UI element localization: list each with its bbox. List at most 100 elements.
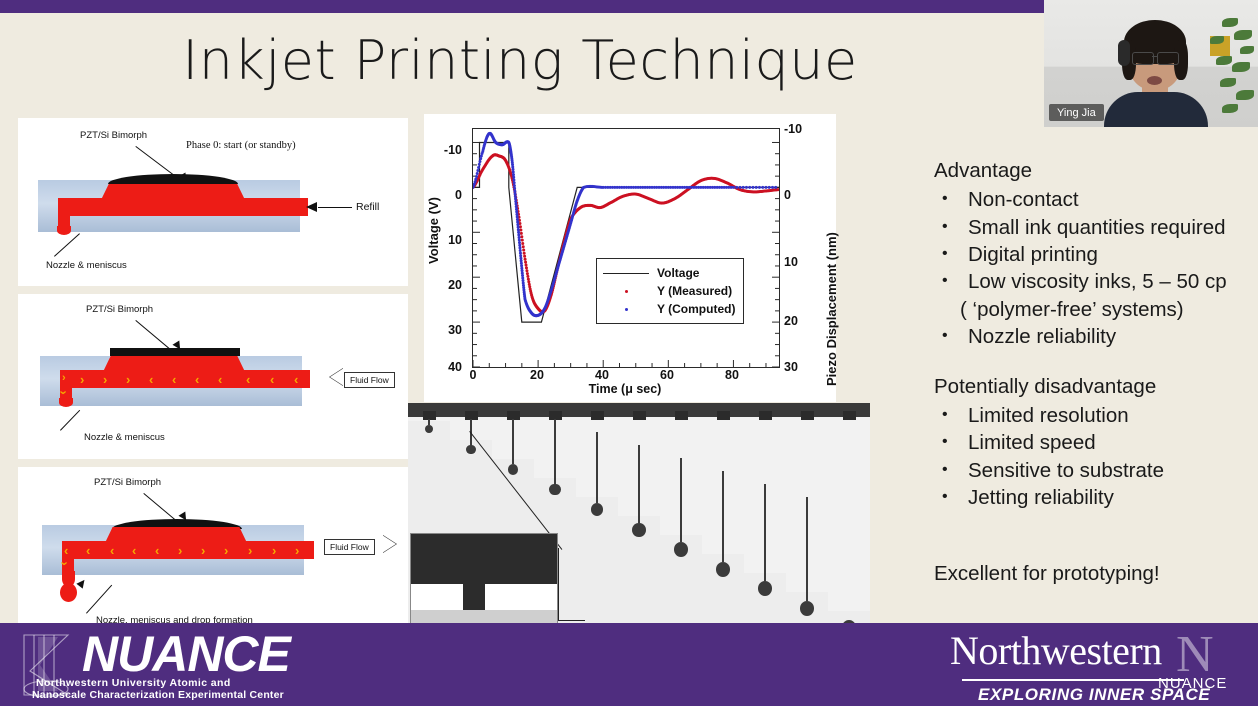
y2-tick: 30 <box>784 360 798 374</box>
list-item: • Sensitive to substrate <box>934 457 1252 484</box>
flow-chevron: › <box>57 561 73 566</box>
bimorph-plate <box>110 348 240 356</box>
y-tick: 0 <box>455 188 462 202</box>
inset-dark-band <box>411 534 557 584</box>
nozzle-stub <box>675 411 688 420</box>
flow-chevron: › <box>126 372 131 387</box>
person-mouth <box>1147 76 1162 85</box>
droplet <box>507 464 519 475</box>
chart-legend: Voltage Y (Measured) Y (Computed) <box>596 258 745 324</box>
bullet-glyph: • <box>942 190 948 208</box>
legend-dot-swatch <box>603 289 649 293</box>
flow-chevron: ‹ <box>155 543 160 558</box>
flow-chevron: ‹ <box>270 372 275 387</box>
flow-chevron: ‹ <box>132 543 137 558</box>
headset-icon <box>1118 40 1130 66</box>
x-tick: 40 <box>595 368 609 382</box>
list-item: • Jetting reliability <box>934 484 1252 511</box>
closing-statement: Excellent for prototyping! <box>934 561 1160 585</box>
nozzle-stub <box>717 411 730 420</box>
disadvantage-heading: Potentially disadvantage <box>934 374 1157 398</box>
screen: Inkjet Printing Technique PZT/Si Bimorph… <box>0 0 1258 706</box>
nozzle-label: Nozzle & meniscus <box>46 260 127 271</box>
list-item: • Nozzle reliability <box>934 323 1252 350</box>
meniscus <box>57 226 71 235</box>
video-participant-tile[interactable]: Ying Jia <box>1044 0 1258 127</box>
legend-label: Y (Computed) <box>657 302 736 316</box>
y2-tick: 20 <box>784 314 798 328</box>
list-item-continuation: ( ‘polymer-free’ systems) <box>960 297 1184 321</box>
nozzle-stub <box>591 411 604 420</box>
bullet-glyph: • <box>942 488 948 506</box>
list-item-label: Jetting reliability <box>968 486 1114 510</box>
voltage-displacement-chart: Voltage (V) Piezo Displacement (nm) Time… <box>424 114 839 402</box>
refill-label: Refill <box>356 201 380 213</box>
northwestern-n-mark: N <box>1176 626 1214 683</box>
eyeglasses-bridge <box>1152 56 1158 58</box>
list-item: • Non-contact <box>934 186 1252 213</box>
legend-entry: Voltage <box>603 264 735 282</box>
bullet-glyph: • <box>942 272 948 290</box>
diagram-panel-drop: PZT/Si Bimorph ‹ ‹ ‹ ‹ ‹ › › › › › › › F… <box>18 467 408 635</box>
plant-leaf <box>1232 62 1250 72</box>
y-tick: 40 <box>448 360 462 374</box>
page-title: Inkjet Printing Technique <box>182 29 858 92</box>
list-item: • Limited resolution <box>934 402 1252 429</box>
flow-chevron: › <box>272 543 277 558</box>
bullet-glyph: • <box>942 327 948 345</box>
plant-leaf <box>1222 18 1238 27</box>
droplet <box>799 600 815 616</box>
list-item-label: Low viscosity inks, 5 – 50 cp <box>968 270 1227 294</box>
droplet-ligament <box>638 445 640 523</box>
participant-name-badge: Ying Jia <box>1049 104 1104 121</box>
bimorph-label: PZT/Si Bimorph <box>86 304 154 315</box>
diagram-panel-fire: PZT/Si Bimorph › › › › ‹ ‹ ‹ ‹ ‹ ‹ ‹ › F… <box>18 294 408 459</box>
nozzle-zoom-inset <box>410 533 558 631</box>
northwestern-tagline: EXPLORING INNER SPACE <box>978 685 1211 704</box>
flow-chevron: › <box>295 543 300 558</box>
flow-chevron: › <box>248 543 253 558</box>
callout-bracket <box>558 548 585 621</box>
droplet-ligament <box>596 432 598 503</box>
plant-leaf <box>1220 78 1236 87</box>
northwestern-wordmark: Northwestern <box>950 628 1162 673</box>
flow-chevron: ‹ <box>64 543 69 558</box>
plant-leaf <box>1210 36 1224 44</box>
droplet <box>632 522 646 537</box>
chart-series-svg <box>473 131 779 367</box>
chart-y-axis-label: Voltage (V) <box>426 197 441 264</box>
flow-chevron: ‹ <box>218 372 223 387</box>
y-tick: 20 <box>448 278 462 292</box>
droplet-ligament <box>806 497 808 601</box>
arrow-head <box>76 577 88 589</box>
list-item-label: Non-contact <box>968 188 1079 212</box>
nozzle-leader <box>54 233 80 257</box>
y-tick: 10 <box>448 233 462 247</box>
y-tick: 30 <box>448 323 462 337</box>
footer-bar: NUANCE Northwestern University Atomic an… <box>0 623 1258 706</box>
y2-tick: 10 <box>784 255 798 269</box>
diagram-column: PZT/Si Bimorph Phase 0: start (or standb… <box>18 118 408 643</box>
y2-tick: -10 <box>784 122 803 136</box>
bullet-glyph: • <box>942 217 948 235</box>
droplet <box>715 561 731 577</box>
list-item-label: Nozzle reliability <box>968 325 1117 349</box>
flow-chevron: ‹ <box>195 372 200 387</box>
refill-arrow-head <box>306 202 317 212</box>
flow-chevron: ‹ <box>294 372 299 387</box>
list-item: • Small ink quantities required <box>934 214 1252 241</box>
advantage-heading: Advantage <box>934 159 1033 182</box>
chart-plot-area <box>472 128 780 368</box>
legend-entry: Y (Measured) <box>603 282 735 300</box>
droplet-ligament <box>512 419 514 464</box>
flow-chevron: › <box>80 372 85 387</box>
plant-leaf <box>1234 30 1252 40</box>
flow-chevron: › <box>103 372 108 387</box>
list-item-label: Limited speed <box>968 431 1096 455</box>
nozzle-leader <box>60 409 81 431</box>
list-item-label: Sensitive to substrate <box>968 458 1164 482</box>
flow-chevron: › <box>201 543 206 558</box>
fluid-flow-label: Fluid Flow <box>324 539 375 555</box>
droplet-ligament <box>764 484 766 581</box>
